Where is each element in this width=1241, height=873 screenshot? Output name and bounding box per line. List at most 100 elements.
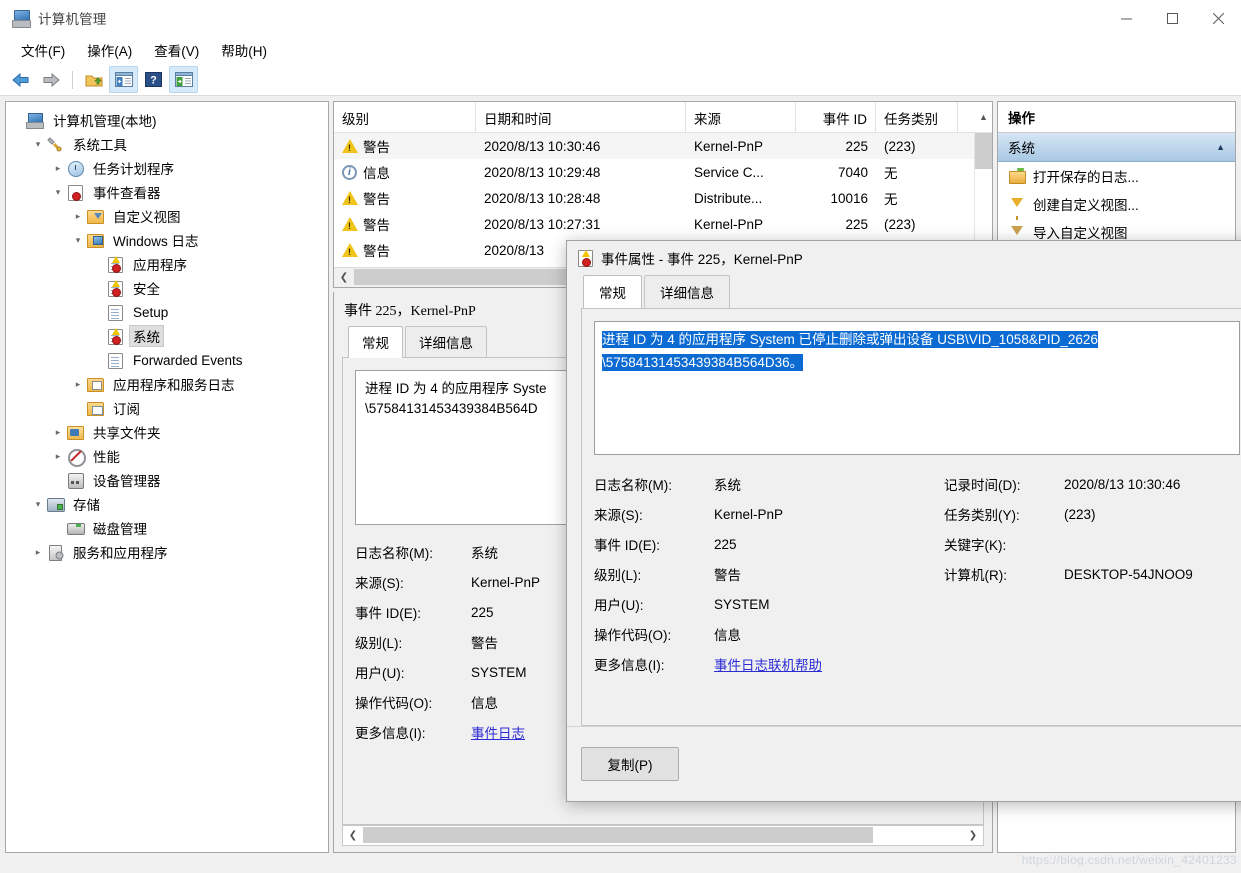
event-cell-1: 2020/8/13 10:28:48: [484, 190, 601, 206]
dialog-title: 事件属性 - 事件 225，Kernel-PnP: [601, 252, 803, 267]
tree-item-label: 计算机管理(本地): [53, 114, 157, 129]
tree-item-应用程序[interactable]: 应用程序: [10, 252, 328, 276]
dialog-field-value[interactable]: 事件日志联机帮助: [714, 654, 822, 674]
event-row[interactable]: 信息 2020/8/13 10:29:48 Service C... 7040 无: [334, 159, 974, 185]
show-hide-console-tree-icon[interactable]: [109, 66, 138, 93]
dialog-field-row: 任务类别(Y): (223): [944, 499, 1193, 529]
preview-tab-general[interactable]: 常规: [348, 326, 403, 358]
tree-item-磁盘管理[interactable]: 磁盘管理: [10, 516, 328, 540]
vscroll-thumb[interactable]: [975, 133, 992, 169]
help-icon[interactable]: ?: [139, 66, 168, 93]
hscroll-left-arrow[interactable]: ❮: [334, 272, 354, 283]
column-header-1[interactable]: 日期和时间: [476, 102, 686, 132]
dialog-field-row: 关键字(K):: [944, 529, 1193, 559]
event-cell-3: 10016: [830, 190, 868, 206]
chevron-down-icon[interactable]: ▾: [50, 184, 66, 200]
services-apps-icon: [46, 544, 64, 561]
chevron-down-icon[interactable]: ▾: [30, 496, 46, 512]
dialog-field-value: (223): [1064, 506, 1096, 522]
tree-item-计算机管理本地[interactable]: 计算机管理(本地): [10, 108, 328, 132]
tree-item-系统工具[interactable]: ▾ 系统工具: [10, 132, 328, 156]
preview-tab-details[interactable]: 详细信息: [405, 326, 487, 358]
event-cell-0: 信息: [334, 162, 476, 182]
dialog-tab-general[interactable]: 常规: [583, 275, 642, 309]
preview-hscroll-left-arrow[interactable]: ❮: [343, 830, 363, 841]
tree-item-性能[interactable]: ▸ 性能: [10, 444, 328, 468]
tree-item-订阅[interactable]: 订阅: [10, 396, 328, 420]
preview-hscroll-right-arrow[interactable]: ❯: [963, 830, 983, 841]
tree-item-设备管理器[interactable]: 设备管理器: [10, 468, 328, 492]
dialog-title-bar: 事件属性 - 事件 225，Kernel-PnP: [567, 241, 1241, 275]
preview-hscroll-track[interactable]: [363, 826, 963, 845]
scroll-up-arrow[interactable]: ▲: [975, 102, 992, 133]
tree-item-Setup[interactable]: Setup: [10, 300, 328, 324]
tree-item-Windows日志[interactable]: ▾ Windows 日志: [10, 228, 328, 252]
close-button[interactable]: [1195, 0, 1241, 36]
window-controls: [1103, 0, 1241, 36]
event-cell-2: Distribute...: [694, 190, 763, 206]
log-plain-icon: [106, 352, 124, 369]
chevron-right-icon[interactable]: ▸: [50, 448, 66, 464]
tree-item-安全[interactable]: 安全: [10, 276, 328, 300]
chevron-right-icon[interactable]: ▸: [30, 544, 46, 560]
tree-item-系统[interactable]: 系统: [10, 324, 328, 348]
disk-management-icon: [66, 520, 85, 536]
menu-view[interactable]: 查看(V): [143, 37, 210, 63]
maximize-button[interactable]: [1149, 0, 1195, 36]
chevron-down-icon[interactable]: ▾: [30, 136, 46, 152]
tree-item-事件查看器[interactable]: ▾ 事件查看器: [10, 180, 328, 204]
actions-group-system[interactable]: 系统 ▲: [998, 133, 1235, 162]
event-cell-1: 2020/8/13 10:29:48: [484, 164, 601, 180]
column-header-4[interactable]: 任务类别: [876, 102, 958, 132]
warning-icon: [342, 138, 358, 154]
chevron-right-icon[interactable]: ▸: [50, 160, 66, 176]
dialog-fields: 日志名称(M): 系统 来源(S): Kernel-PnP 事件 ID(E): 225 级别…: [594, 469, 1240, 679]
dialog-field-value: Kernel-PnP: [714, 506, 784, 522]
action-item-0[interactable]: 打开保存的日志...: [998, 162, 1235, 190]
chevron-down-icon[interactable]: ▾: [70, 232, 86, 248]
dialog-message-box[interactable]: 进程 ID 为 4 的应用程序 System 已停止删除或弹出设备 USB\VI…: [594, 321, 1240, 455]
preview-hscroll-thumb[interactable]: [363, 827, 873, 843]
up-folder-icon[interactable]: [79, 66, 108, 93]
event-cell-2: Kernel-PnP: [694, 216, 764, 232]
tree-item-共享文件夹[interactable]: ▸ 共享文件夹: [10, 420, 328, 444]
chevron-right-icon[interactable]: ▸: [50, 424, 66, 440]
minimize-button[interactable]: [1103, 0, 1149, 36]
tree-item-任务计划程序[interactable]: ▸ 任务计划程序: [10, 156, 328, 180]
event-properties-dialog[interactable]: 事件属性 - 事件 225，Kernel-PnP 常规 详细信息 进程 ID 为…: [566, 240, 1241, 802]
tree-item-ForwardedEvents[interactable]: Forwarded Events: [10, 348, 328, 372]
preview-hscrollbar[interactable]: ❮ ❯: [342, 825, 984, 846]
tree-item-label: 应用程序: [133, 258, 187, 273]
menu-action[interactable]: 操作(A): [76, 37, 143, 63]
event-row[interactable]: 警告 2020/8/13 10:28:48 Distribute... 10016 无: [334, 185, 974, 211]
chevron-right-icon[interactable]: ▸: [70, 376, 86, 392]
tree-item-自定义视图[interactable]: ▸ 自定义视图: [10, 204, 328, 228]
event-row[interactable]: 警告 2020/8/13 10:27:31 Kernel-PnP 225 (223): [334, 211, 974, 237]
preview-field-value: 警告: [471, 636, 498, 651]
action-item-1[interactable]: 创建自定义视图...: [998, 190, 1235, 220]
dialog-tab-details[interactable]: 详细信息: [644, 275, 730, 309]
shared-folders-icon: [66, 424, 84, 440]
forward-icon[interactable]: [36, 66, 65, 93]
back-icon[interactable]: [6, 66, 35, 93]
tree-item-存储[interactable]: ▾ 存储: [10, 492, 328, 516]
event-row[interactable]: 警告 2020/8/13 10:30:46 Kernel-PnP 225 (223): [334, 133, 974, 159]
column-header-2[interactable]: 来源: [686, 102, 796, 132]
tree-item-应用程序和服务日志[interactable]: ▸ 应用程序和服务日志: [10, 372, 328, 396]
column-header-0[interactable]: 级别: [334, 102, 476, 132]
copy-button-label: 复制(P): [607, 758, 653, 773]
preview-field-value[interactable]: 事件日志: [471, 722, 525, 742]
log-warning-icon: [106, 280, 124, 297]
column-header-3[interactable]: 事件 ID: [796, 102, 876, 132]
menu-help[interactable]: 帮助(H): [210, 37, 278, 63]
tree-item-服务和应用程序[interactable]: ▸ 服务和应用程序: [10, 540, 328, 564]
show-hide-action-pane-icon[interactable]: [169, 66, 198, 93]
menu-file[interactable]: 文件(F): [10, 37, 76, 63]
tree-item-label: 订阅: [113, 402, 140, 417]
collapse-caret-icon[interactable]: ▲: [1216, 142, 1225, 152]
chevron-right-icon[interactable]: ▸: [70, 208, 86, 224]
action-item-label: 导入自定义视图: [1033, 226, 1128, 241]
copy-button[interactable]: 复制(P): [581, 747, 679, 781]
event-level-label: 信息: [363, 166, 390, 181]
